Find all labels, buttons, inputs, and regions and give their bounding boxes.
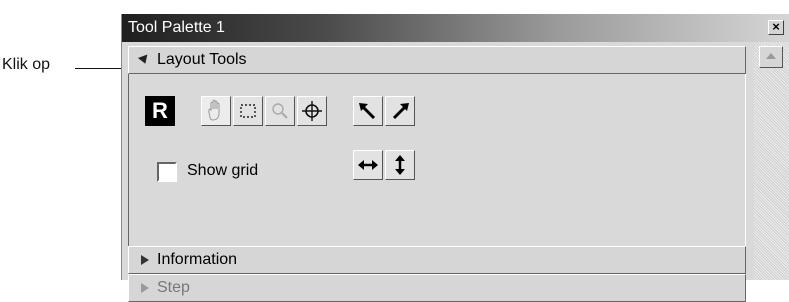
hand-tool-icon[interactable] [201, 96, 231, 126]
select-rect-icon[interactable] [233, 96, 263, 126]
zoom-icon[interactable] [265, 96, 295, 126]
flip-vertical-icon[interactable] [385, 150, 415, 180]
layout-tools-panel: R Show grid [128, 74, 746, 246]
scroll-up-button[interactable] [759, 46, 783, 68]
close-button[interactable]: × [768, 20, 784, 35]
collapsed-arrow-icon [141, 283, 149, 293]
tool-palette-window: Tool Palette 1 × Layout Tools R Show gri… [121, 14, 789, 302]
section-header-layout-tools[interactable]: Layout Tools [128, 46, 746, 74]
show-grid-checkbox[interactable] [157, 162, 177, 182]
section-label-step: Step [157, 279, 190, 296]
section-header-step[interactable]: Step [128, 274, 746, 302]
rotate-left-icon[interactable] [353, 96, 383, 126]
vertical-scrollbar[interactable] [754, 42, 789, 280]
r-tool-icon[interactable]: R [145, 96, 175, 126]
section-header-information[interactable]: Information [128, 246, 746, 274]
window-title: Tool Palette 1 [128, 19, 225, 36]
section-label-layout-tools: Layout Tools [157, 51, 247, 68]
expanded-arrow-icon [137, 54, 151, 66]
palette-content: Layout Tools R Show grid Information Ste… [122, 42, 754, 302]
title-bar[interactable]: Tool Palette 1 × [122, 14, 789, 43]
show-grid-label: Show grid [187, 162, 259, 179]
callout-label: Klik op [2, 56, 51, 73]
rotate-right-icon[interactable] [385, 96, 415, 126]
section-label-information: Information [157, 251, 238, 268]
flip-horizontal-icon[interactable] [353, 150, 383, 180]
collapsed-arrow-icon [141, 255, 149, 265]
crosshair-icon[interactable] [297, 96, 327, 126]
